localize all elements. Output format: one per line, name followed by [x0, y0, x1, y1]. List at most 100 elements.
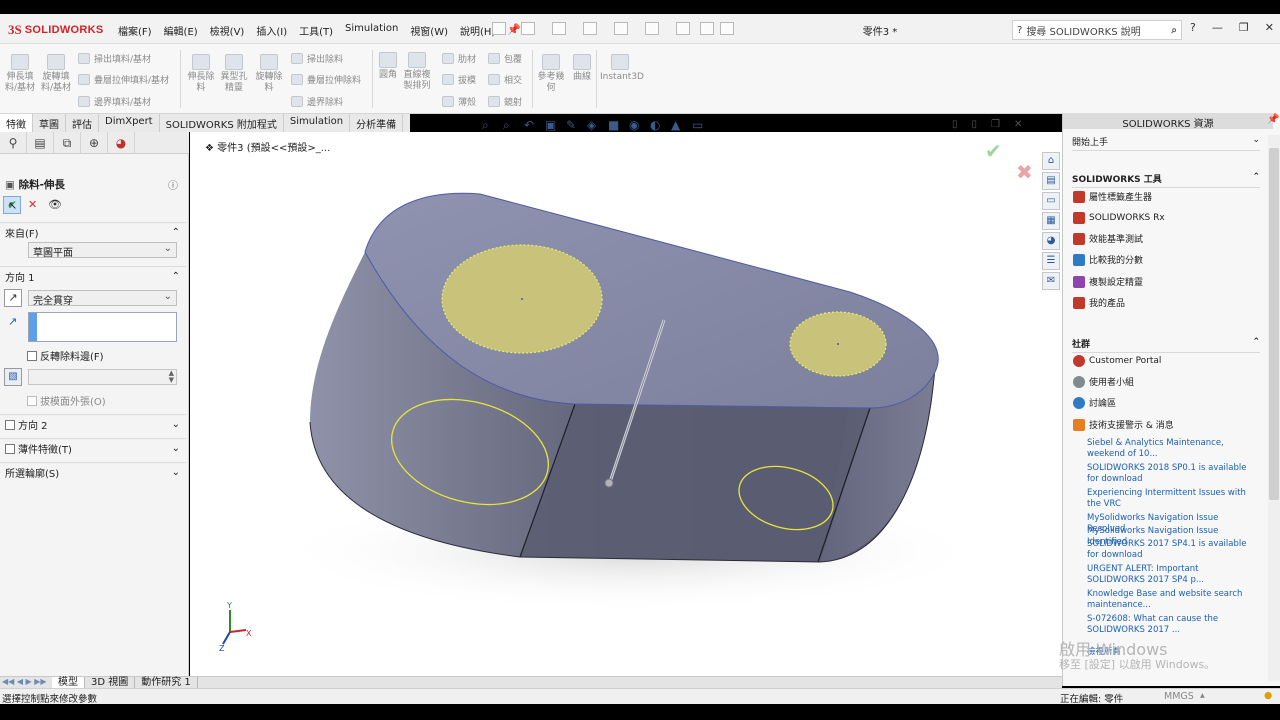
spinner-icon[interactable]: ▲ ▼	[169, 370, 174, 384]
confirm-check-icon[interactable]: ✔	[985, 139, 1002, 163]
tab-dimxpert[interactable]: DimXpert	[99, 114, 160, 132]
tool-compare-score[interactable]: 比較我的分數	[1073, 253, 1143, 266]
rebuild-icon[interactable]	[676, 22, 690, 35]
graphics-area[interactable]: ✔ ✖ Y X Z	[190, 132, 1062, 676]
community-user-groups[interactable]: 使用者小組	[1073, 375, 1134, 388]
tool-copy-settings-wizard[interactable]: 複製設定精靈	[1073, 275, 1143, 288]
tab-simulation[interactable]: Simulation	[284, 114, 351, 132]
zoom-to-fit-icon[interactable]: ⌕	[482, 118, 496, 132]
file-properties-icon[interactable]	[700, 22, 714, 35]
open-icon[interactable]	[521, 22, 535, 35]
custom-properties-tab-icon[interactable]: ☰	[1042, 252, 1060, 270]
minimize-icon[interactable]: —	[1212, 21, 1223, 34]
viewport-close-icon[interactable]: ✕	[1014, 119, 1022, 130]
direction2-checkbox[interactable]	[5, 420, 15, 430]
detailed-preview-eye-icon[interactable]: 👁	[48, 198, 62, 211]
file-explorer-tab-icon[interactable]: ▭	[1042, 192, 1060, 210]
menu-simulation[interactable]: Simulation	[345, 23, 398, 38]
boundary-boss-button[interactable]: 邊界填料/基材	[78, 95, 151, 108]
hide-show-icon[interactable]: ◉	[629, 118, 643, 132]
tool-performance-benchmark[interactable]: 效能基準測試	[1073, 232, 1143, 245]
menu-file[interactable]: 檔案(F)	[118, 23, 152, 38]
extruded-boss-button[interactable]: 伸長填料/基材	[4, 54, 36, 94]
apply-scene-icon[interactable]: ▲	[671, 118, 685, 132]
units-dropdown-icon[interactable]: ▴	[1200, 690, 1205, 701]
news-link[interactable]: Siebel & Analytics Maintenance, weekend …	[1087, 438, 1257, 460]
breadcrumb[interactable]: ❖ 零件3 (預設<<預設>_...	[205, 139, 330, 154]
community-customer-portal[interactable]: Customer Portal	[1073, 355, 1161, 367]
model-view[interactable]: ✔ ✖ Y X Z	[190, 132, 1062, 676]
view-orientation-icon[interactable]: ◈	[587, 118, 601, 132]
section-view-icon[interactable]: ▣	[545, 118, 559, 132]
scrollbar-thumb[interactable]	[1269, 148, 1279, 500]
view-palette-tab-icon[interactable]: ▦	[1042, 212, 1060, 230]
revolved-boss-button[interactable]: 旋轉填料/基材	[40, 54, 72, 94]
restore-icon[interactable]: ❐	[1239, 21, 1249, 34]
tile-icon[interactable]: ▯	[952, 119, 958, 130]
news-link[interactable]: SOLIDWORKS 2017 SP4.1 is available for d…	[1087, 539, 1257, 561]
viewport-restore-icon[interactable]: ❐	[991, 119, 1000, 130]
menu-edit[interactable]: 編輯(E)	[164, 23, 198, 38]
getting-started-header[interactable]: 開始上手 ⌄	[1072, 135, 1260, 151]
community-tech-alerts[interactable]: 技術支援警示 & 消息	[1073, 418, 1174, 431]
options-gear-icon[interactable]	[720, 22, 734, 35]
pm-help-icon[interactable]: ⓘ	[168, 177, 178, 192]
model-front-face[interactable]	[520, 404, 870, 562]
tool-my-products[interactable]: 我的產品	[1073, 296, 1125, 309]
swept-cut-button[interactable]: 掃出除料	[291, 52, 343, 65]
boundary-cut-button[interactable]: 邊界除料	[291, 95, 343, 108]
news-link[interactable]: S-072608: What can cause the SOLIDWORKS …	[1087, 614, 1257, 636]
community-header[interactable]: 社群 ⌃	[1072, 337, 1260, 353]
zoom-area-icon[interactable]: ⌕	[503, 118, 517, 132]
community-discussion-forum[interactable]: 討論區	[1073, 396, 1116, 409]
display-manager-tab-icon[interactable]: ◕	[108, 132, 135, 154]
curves-button[interactable]: 曲線	[570, 54, 594, 83]
rib-button[interactable]: 肋材	[442, 52, 476, 65]
sw-tools-header[interactable]: SOLIDWORKS 工具 ⌃	[1072, 172, 1260, 188]
home-tab-icon[interactable]: ⌂	[1042, 152, 1060, 170]
thin-feature-checkbox[interactable]	[5, 444, 15, 454]
select-icon[interactable]	[645, 22, 659, 35]
swept-boss-button[interactable]: 掃出填料/基材	[78, 52, 151, 65]
draft-outward-checkbox[interactable]: 拔模面外張(O)	[27, 393, 106, 408]
help-icon[interactable]: ?	[1190, 21, 1196, 34]
forum-tab-icon[interactable]: ✉	[1042, 272, 1060, 290]
reverse-direction-button[interactable]: ↗	[4, 289, 22, 307]
task-pane-pin-icon[interactable]: 📌	[1267, 114, 1279, 125]
draft-button[interactable]: 拔模	[442, 73, 476, 86]
pin-icon[interactable]: 📌	[507, 23, 521, 38]
direction1-section-header[interactable]: 方向 1 ⌃	[0, 266, 186, 286]
direction2-section-header[interactable]: 方向 2 ⌄	[0, 414, 186, 434]
extrude-handle-knob[interactable]	[604, 478, 614, 488]
property-manager-tab-icon[interactable]: ▤	[27, 132, 54, 154]
selected-contours-section-header[interactable]: 所選輪廓(S) ⌄	[0, 462, 186, 482]
dynamic-annotation-icon[interactable]: ✎	[566, 118, 580, 132]
extruded-cut-button[interactable]: 伸長除料	[186, 54, 216, 94]
tab-features[interactable]: 特徵	[0, 114, 33, 132]
feature-manager-tab-icon[interactable]: ⚲	[0, 132, 27, 154]
tab-analysis-prep[interactable]: 分析準備	[350, 114, 404, 132]
revolved-cut-button[interactable]: 旋轉除料	[254, 54, 284, 94]
from-select[interactable]: 草圖平面 ⌄	[28, 242, 177, 259]
flip-side-checkbox[interactable]: 反轉除料邊(F)	[27, 348, 104, 363]
instant3d-button[interactable]: Instant3D	[600, 54, 644, 83]
save-icon[interactable]	[552, 22, 566, 35]
tile-icon-2[interactable]: ▯	[972, 119, 978, 130]
thin-feature-section-header[interactable]: 薄件特徵(T) ⌄	[0, 438, 186, 458]
shell-button[interactable]: 薄殼	[442, 95, 476, 108]
lofted-boss-button[interactable]: 疊層拉伸填料/基材	[78, 73, 169, 86]
dimxpert-manager-tab-icon[interactable]: ⊕	[81, 132, 108, 154]
draft-toggle-icon[interactable]: ▧	[4, 368, 22, 386]
configuration-manager-tab-icon[interactable]: ⧉	[54, 132, 81, 154]
lofted-cut-button[interactable]: 疊層拉伸除料	[291, 73, 361, 86]
display-style-icon[interactable]: ■	[608, 118, 622, 132]
tab-addins[interactable]: SOLIDWORKS 附加程式	[160, 114, 284, 132]
mirror-button[interactable]: 鏡射	[488, 95, 522, 108]
rebuild-status-icon[interactable]: ●	[1264, 690, 1272, 701]
cancel-x-button[interactable]: ✕	[28, 198, 37, 211]
new-document-icon[interactable]	[492, 22, 506, 35]
tool-sw-rx[interactable]: SOLIDWORKS Rx	[1073, 212, 1165, 224]
end-condition-select[interactable]: 完全貫穿 ⌄	[28, 290, 177, 307]
search-icon[interactable]: ⌕	[1171, 25, 1177, 36]
close-icon[interactable]: ✕	[1265, 21, 1274, 34]
